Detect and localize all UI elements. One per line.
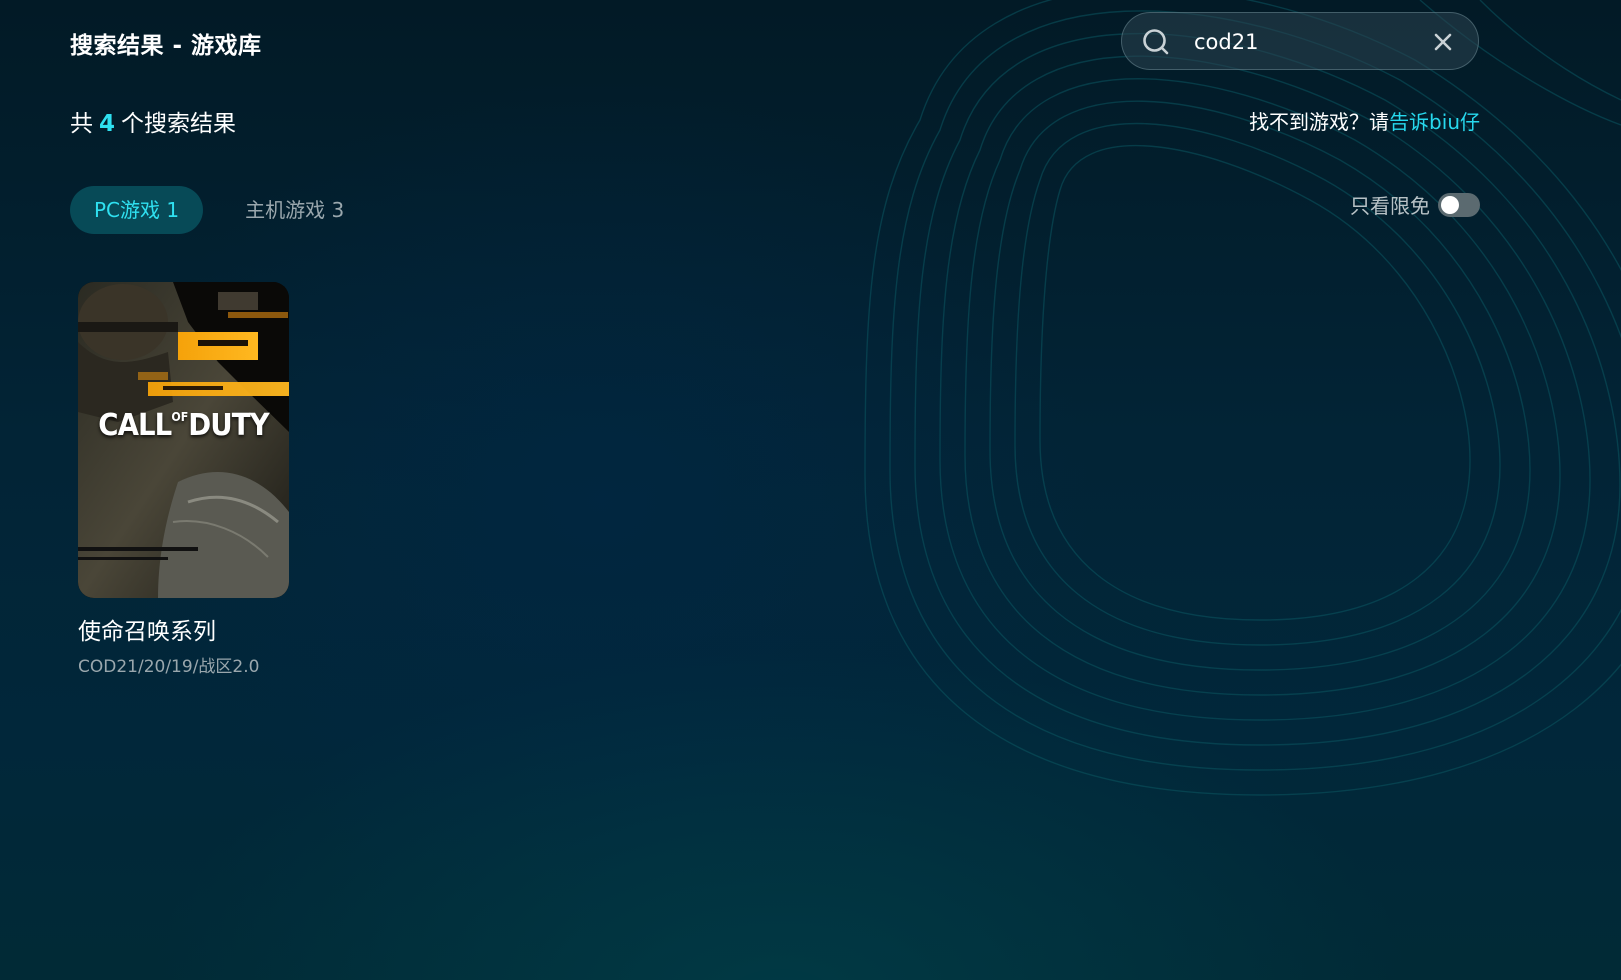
- result-count-prefix: 共: [70, 111, 93, 137]
- cover-logo: CALLOFDUTY: [86, 408, 280, 443]
- free-only-label: 只看限免: [1350, 194, 1430, 218]
- tab-console-games[interactable]: 主机游戏 3: [221, 186, 368, 234]
- result-count-number: 4: [99, 111, 116, 137]
- feedback-prompt: 找不到游戏？请告诉biu仔: [1249, 106, 1480, 135]
- result-count-suffix: 个搜索结果: [121, 111, 237, 137]
- game-subtitle: COD21/20/19/战区2.0: [78, 657, 260, 677]
- search-icon: [1143, 29, 1169, 55]
- free-only-toggle[interactable]: [1438, 192, 1480, 217]
- page-title: 搜索结果 - 游戏库: [70, 33, 262, 59]
- tab-pc-games[interactable]: PC游戏 1: [70, 186, 204, 234]
- free-only-filter: 只看限免: [1350, 190, 1480, 219]
- game-card[interactable]: CALLOFDUTY 使命召唤系列 COD21/20/19/战区2.0: [78, 282, 290, 677]
- feedback-text: 找不到游戏？请: [1249, 110, 1390, 134]
- search-box[interactable]: [1121, 12, 1479, 70]
- cover-logo-part3: DUTY: [188, 408, 269, 443]
- toggle-knob: [1441, 195, 1459, 214]
- result-count: 共 4 个搜索结果: [70, 104, 236, 138]
- cover-logo-part1: CALL: [98, 408, 172, 443]
- cover-logo-part2: OF: [171, 410, 189, 424]
- search-input[interactable]: [1194, 25, 1414, 59]
- close-icon[interactable]: [1432, 31, 1454, 53]
- game-cover[interactable]: CALLOFDUTY: [78, 282, 289, 598]
- game-name[interactable]: 使命召唤系列: [78, 612, 290, 646]
- feedback-link[interactable]: 告诉biu仔: [1389, 110, 1480, 134]
- platform-tabs: PC游戏 1 主机游戏 3: [70, 186, 368, 234]
